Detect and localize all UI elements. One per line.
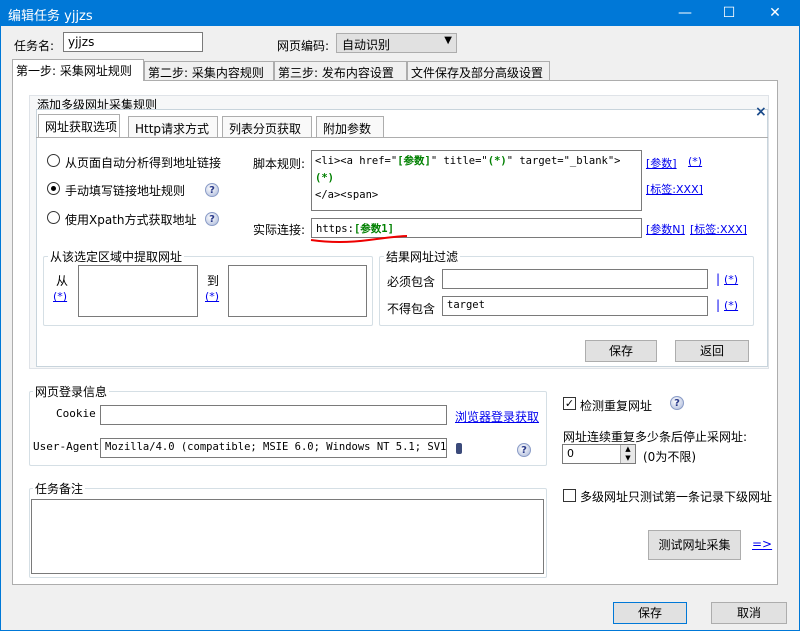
filter-group-label: 结果网址过滤 (384, 248, 461, 265)
radio-xpath[interactable] (47, 211, 60, 224)
spin-arrows-icon[interactable]: ▲ ▼ (620, 445, 635, 463)
rule-save-button[interactable]: 保存 (585, 340, 657, 362)
script-text-part: " target="_blank"> (506, 155, 621, 167)
user-agent-dropdown-icon[interactable] (456, 443, 462, 454)
test-arrow-link[interactable]: => (752, 537, 772, 551)
must-include-wildcard-link[interactable]: (*) (724, 273, 738, 286)
tab-step3[interactable]: 第三步: 发布内容设置 (274, 61, 407, 81)
help-icon[interactable]: ? (670, 396, 684, 410)
user-agent-input[interactable]: Mozilla/4.0 (compatible; MSIE 6.0; Windo… (100, 438, 447, 458)
extract-group-label: 从该选定区域中提取网址 (48, 248, 185, 265)
script-text-part: " title=" (430, 155, 488, 167)
panel-close-icon[interactable]: × (755, 104, 767, 120)
multi-test-label: 多级网址只测试第一条记录下级网址 (580, 490, 773, 504)
to-textarea[interactable] (228, 265, 367, 317)
dup-check-label: 检测重复网址 (580, 399, 653, 413)
script-token-wildcard: (*) (487, 155, 507, 167)
close-button[interactable]: ✕ (752, 0, 798, 26)
to-label: 到 (207, 274, 220, 288)
task-name-label: 任务名: (14, 39, 55, 53)
option-manual-rule-label: 手动填写链接地址规则 (65, 184, 186, 198)
subtab-url-options[interactable]: 网址获取选项 (38, 114, 120, 138)
window-title: 编辑任务 yjjzs (8, 9, 93, 24)
must-include-label: 必须包含 (387, 275, 436, 289)
cookie-input[interactable] (100, 405, 447, 425)
must-not-include-input[interactable]: target (442, 296, 708, 316)
must-not-include-separator: | (716, 298, 721, 312)
task-name-input[interactable]: yjjzs (63, 32, 203, 52)
encoding-value: 自动识别 (342, 38, 391, 52)
radio-manual-rule[interactable] (47, 182, 60, 195)
test-url-collect-button[interactable]: 测试网址采集 (648, 530, 741, 560)
tab-step1[interactable]: 第一步: 采集网址规则 (12, 59, 144, 81)
script-token-wildcard: (*) (315, 172, 334, 184)
multi-test-checkbox[interactable] (563, 489, 576, 502)
help-icon[interactable]: ? (205, 183, 219, 197)
must-not-include-label: 不得包含 (387, 302, 436, 316)
notes-textarea[interactable] (31, 499, 544, 574)
stop-after-hint: (0为不限) (643, 450, 696, 464)
insert-tag-link[interactable]: [标签:XXX] (646, 181, 703, 197)
from-label: 从 (56, 274, 69, 288)
option-xpath-label: 使用Xpath方式获取地址 (65, 213, 197, 227)
subtab-list-paging[interactable]: 列表分页获取 (222, 116, 312, 138)
option-auto-analyze-label: 从页面自动分析得到地址链接 (65, 156, 222, 170)
insert-paramN-link[interactable]: [参数N] (646, 221, 685, 237)
tab-step2[interactable]: 第二步: 采集内容规则 (144, 61, 274, 81)
rule-back-button[interactable]: 返回 (675, 340, 749, 362)
subtab-http-method[interactable]: Http请求方式 (128, 116, 218, 138)
script-token-param: [参数] (397, 155, 431, 167)
footer-save-button[interactable]: 保存 (613, 602, 687, 624)
script-text-part: <li><a href=" (315, 155, 398, 167)
login-group-label: 网页登录信息 (33, 383, 110, 400)
radio-auto-analyze[interactable] (47, 154, 60, 167)
subtab-extra-params[interactable]: 附加参数 (316, 116, 384, 138)
script-rule-label: 脚本规则: (253, 157, 306, 171)
chevron-down-icon: ▼ (444, 35, 452, 46)
encoding-label: 网页编码: (277, 39, 330, 53)
maximize-button[interactable]: ☐ (706, 0, 752, 26)
title-bar: 编辑任务 yjjzs — ☐ ✕ (0, 0, 800, 26)
tab-file-save[interactable]: 文件保存及部分高级设置 (407, 61, 550, 81)
help-icon[interactable]: ? (205, 212, 219, 226)
insert-wildcard-link[interactable]: (*) (688, 155, 702, 168)
must-not-include-wildcard-link[interactable]: (*) (724, 299, 738, 312)
subtab-divider (36, 137, 768, 138)
insert-tag-link-2[interactable]: [标签:XXX] (690, 221, 747, 237)
red-underline-annotation (310, 235, 408, 243)
actual-link-label: 实际连接: (253, 223, 306, 237)
minimize-button[interactable]: — (662, 0, 708, 26)
to-wildcard-link[interactable]: (*) (205, 290, 219, 303)
script-text-part: </a><span> (315, 189, 379, 201)
from-wildcard-link[interactable]: (*) (53, 290, 67, 303)
from-textarea[interactable] (78, 265, 198, 317)
script-rule-textarea[interactable]: <li><a href="[参数]" title="(*)" target="_… (311, 150, 642, 211)
notes-group-label: 任务备注 (33, 480, 86, 497)
browser-login-link[interactable]: 浏览器登录获取 (455, 408, 539, 425)
footer-cancel-button[interactable]: 取消 (711, 602, 787, 624)
insert-param-link[interactable]: [参数] (646, 155, 677, 171)
cookie-label: Cookie (56, 407, 96, 420)
stop-after-value: 0 (567, 447, 574, 460)
dup-check-checkbox[interactable]: ✓ (563, 397, 576, 410)
must-include-separator: | (716, 272, 721, 286)
help-icon[interactable]: ? (517, 443, 531, 457)
stop-after-label: 网址连续重复多少条后停止采网址: (563, 430, 748, 444)
must-include-input[interactable] (442, 269, 708, 289)
user-agent-label: User-Agent (33, 440, 100, 453)
encoding-select[interactable]: 自动识别 ▼ (336, 33, 457, 53)
